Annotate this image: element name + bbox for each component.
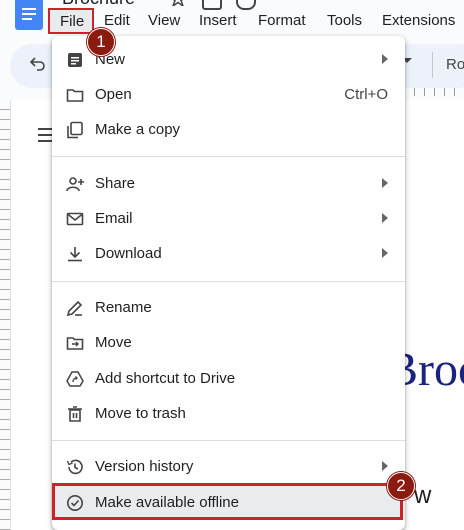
step-badge-2: 2	[387, 472, 415, 500]
highlight-box	[52, 483, 403, 520]
submenu-arrow-icon	[382, 213, 388, 223]
menu-extensions[interactable]: Extensions	[382, 12, 455, 29]
move-icon[interactable]	[202, 0, 222, 10]
menu-format[interactable]: Format	[258, 12, 306, 29]
menu-item-open[interactable]: Open Ctrl+O	[52, 78, 405, 112]
menu-item-label: Download	[95, 245, 162, 262]
menu-item-download[interactable]: Download	[52, 237, 405, 271]
download-icon	[66, 245, 84, 263]
menu-item-label: Move	[95, 334, 132, 351]
menu-divider	[52, 281, 405, 282]
copy-icon	[66, 121, 84, 139]
submenu-arrow-icon	[382, 248, 388, 258]
folder-icon	[66, 86, 84, 104]
menu-item-shortcut: Ctrl+O	[344, 86, 388, 103]
menu-insert[interactable]: Insert	[199, 12, 237, 29]
top-bar: Brochure Edit View Insert Format Tools E…	[0, 0, 464, 40]
menu-item-share[interactable]: Share	[52, 167, 405, 201]
menu-item-version-history[interactable]: Version history	[52, 450, 405, 484]
person-add-icon	[66, 175, 84, 193]
cloud-status-icon[interactable]	[236, 0, 256, 10]
menu-edit[interactable]: Edit	[104, 12, 130, 29]
submenu-arrow-icon	[382, 178, 388, 188]
menu-item-add-shortcut[interactable]: Add shortcut to Drive	[52, 362, 405, 396]
menu-divider	[52, 156, 405, 157]
pencil-icon	[66, 299, 84, 317]
step-badge-1: 1	[87, 28, 115, 56]
menu-item-label: Email	[95, 210, 133, 227]
menu-item-label: Version history	[95, 458, 194, 475]
star-icon[interactable]	[170, 0, 186, 8]
menu-item-move[interactable]: Move	[52, 326, 405, 360]
horizontal-ruler	[405, 88, 464, 96]
menu-item-label: Share	[95, 175, 136, 192]
toolbar-divider	[432, 52, 433, 78]
menu-item-label: Move to trash	[95, 405, 186, 422]
document-icon	[66, 51, 84, 69]
menu-item-move-to-trash[interactable]: Move to trash	[52, 397, 405, 431]
menu-item-email[interactable]: Email	[52, 202, 405, 236]
menu-item-label: Make a copy	[95, 121, 181, 138]
submenu-arrow-icon	[382, 54, 388, 64]
menu-view[interactable]: View	[148, 12, 180, 29]
docs-logo-icon[interactable]	[15, 0, 43, 30]
font-selector[interactable]: Ro	[446, 56, 464, 73]
menu-tools[interactable]: Tools	[327, 12, 362, 29]
file-menu-dropdown: New Open Ctrl+O Make a copy Share Email	[52, 36, 405, 530]
menu-item-make-a-copy[interactable]: Make a copy	[52, 113, 405, 147]
menu-item-label: Open	[95, 86, 132, 103]
document-text: w	[414, 482, 432, 509]
drive-shortcut-icon	[66, 370, 84, 388]
history-icon	[66, 458, 84, 476]
menu-item-label: Add shortcut to Drive	[95, 370, 236, 387]
submenu-arrow-icon	[382, 461, 388, 471]
menu-divider	[52, 440, 405, 441]
menu-file[interactable]: File	[48, 8, 94, 34]
menu-item-label: Rename	[95, 299, 152, 316]
menu-item-rename[interactable]: Rename	[52, 291, 405, 325]
move-folder-icon	[66, 334, 84, 352]
menu-file-label: File	[60, 13, 85, 30]
mail-icon	[66, 210, 84, 228]
undo-icon[interactable]	[29, 55, 46, 76]
vertical-ruler	[0, 100, 10, 530]
trash-icon	[66, 405, 84, 423]
